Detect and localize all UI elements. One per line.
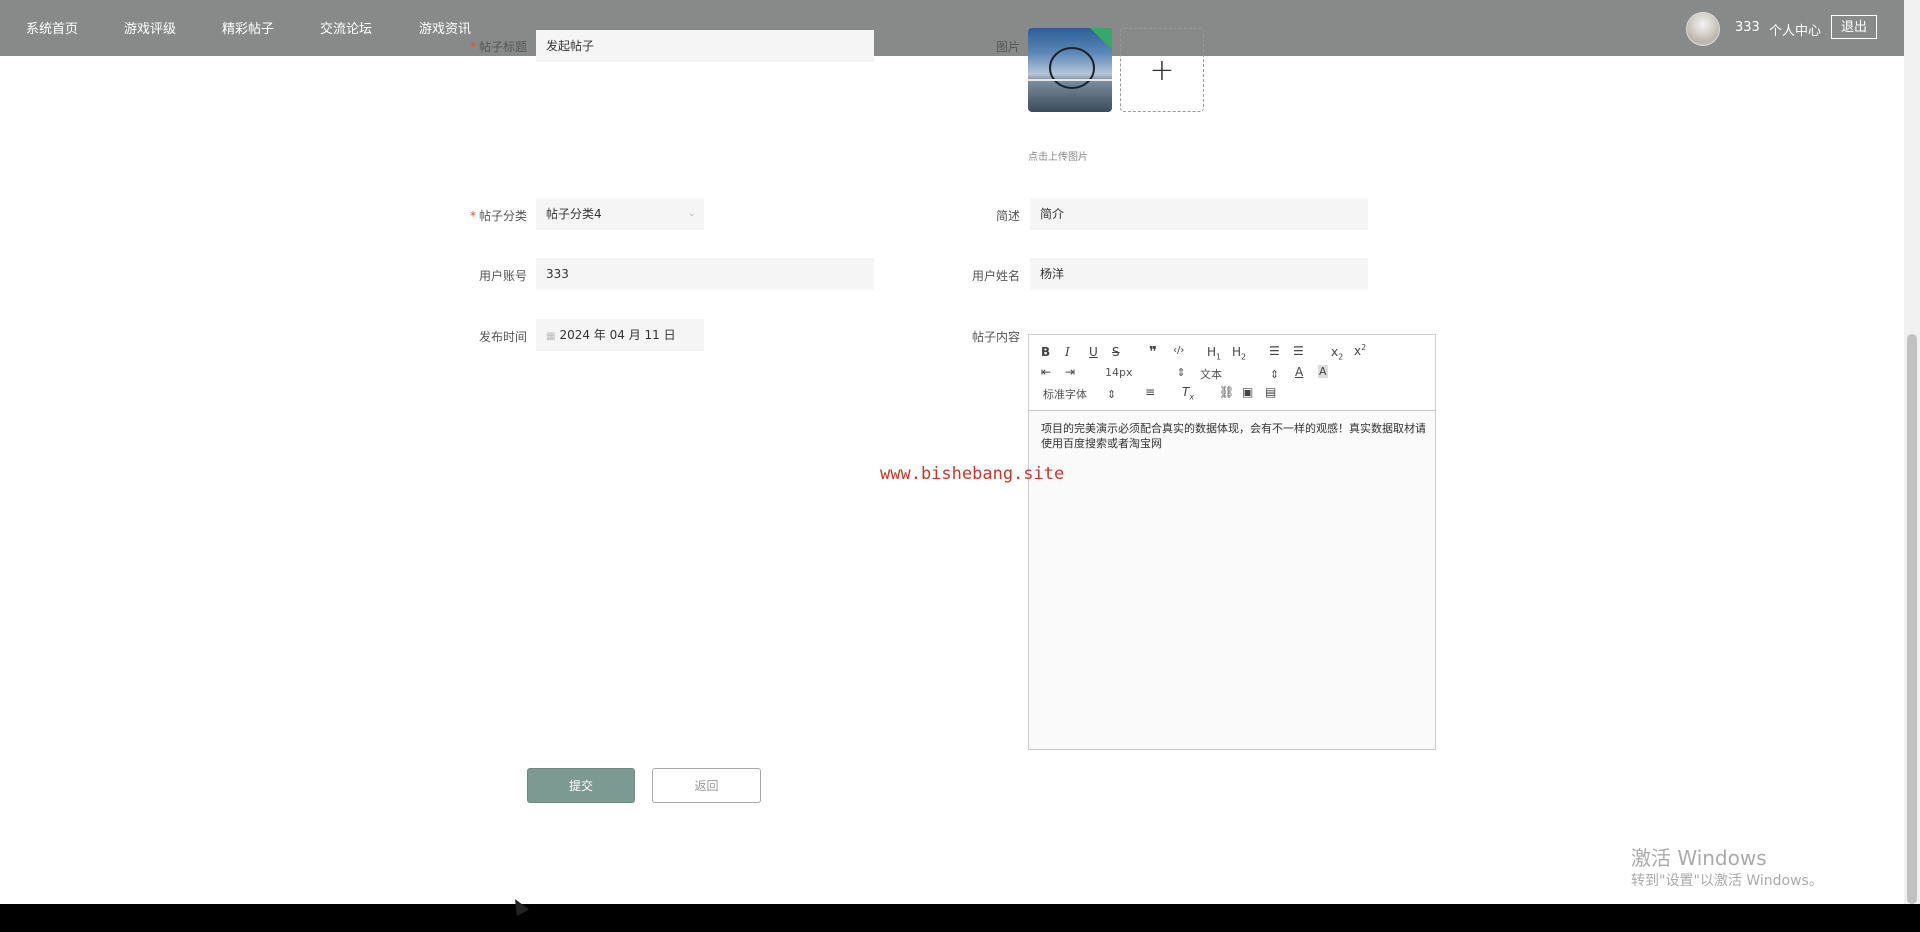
image-upload-button[interactable]: +: [1120, 28, 1204, 112]
italic-icon[interactable]: I: [1065, 345, 1070, 359]
heading2-icon[interactable]: H2: [1232, 345, 1246, 361]
editor-toolbar: B I U S ❞ ‹/› H1 H2 ☰ ☰ x2 x2 ⇤ ⇥ 14px ⇕ …: [1029, 335, 1435, 411]
bold-icon[interactable]: B: [1041, 345, 1050, 359]
nav-username: 333: [1735, 20, 1760, 35]
image-label: 图片: [995, 40, 1020, 54]
nav-item-home[interactable]: 系统首页: [26, 18, 78, 37]
summary-input[interactable]: 简介: [1030, 198, 1368, 230]
category-select-value: 帖子分类4: [546, 207, 602, 221]
vertical-scrollbar[interactable]: [1904, 0, 1920, 904]
superscript-icon[interactable]: x2: [1354, 343, 1366, 358]
background-color-icon[interactable]: A: [1318, 365, 1328, 378]
windows-activation-title: 激活 Windows: [1631, 846, 1767, 870]
date-value: 2024 年 04 月 11 日: [559, 328, 676, 342]
font-family-select[interactable]: 标准字体 ⇕: [1043, 386, 1116, 402]
select-arrows-icon: ⇕: [1176, 366, 1186, 379]
time-label: 发布时间: [478, 330, 527, 344]
text-color-icon[interactable]: A: [1295, 365, 1303, 379]
logout-button[interactable]: 退出: [1831, 15, 1877, 39]
select-arrows-icon: ⇕: [1107, 388, 1117, 401]
title-label: * 帖子标题: [469, 40, 527, 54]
rich-text-editor[interactable]: B I U S ❞ ‹/› H1 H2 ☰ ☰ x2 x2 ⇤ ⇥ 14px ⇕ …: [1028, 334, 1436, 750]
uploaded-image-thumbnail[interactable]: [1028, 28, 1112, 112]
chevron-down-icon: ⌄: [687, 208, 696, 219]
name-label: 用户姓名: [971, 269, 1020, 283]
outdent-icon[interactable]: ⇤: [1041, 365, 1051, 379]
avatar[interactable]: [1686, 12, 1720, 46]
strikethrough-icon[interactable]: S: [1112, 345, 1120, 359]
profile-link[interactable]: 个人中心: [1769, 20, 1821, 39]
font-size-value: 14px: [1105, 366, 1133, 379]
code-icon[interactable]: ‹/›: [1173, 345, 1184, 356]
plus-icon: +: [1149, 53, 1175, 88]
ordered-list-icon[interactable]: ☰: [1269, 344, 1280, 358]
date-picker[interactable]: ▦ 2024 年 04 月 11 日: [536, 319, 704, 351]
summary-label: 简述: [995, 209, 1020, 223]
font-family-value: 标准字体: [1043, 388, 1087, 401]
windows-activation-subtitle: 转到"设置"以激活 Windows。: [1631, 873, 1823, 889]
upload-hint: 点击上传图片: [1028, 152, 1088, 163]
back-button[interactable]: 返回: [652, 768, 761, 803]
link-icon[interactable]: ⛓: [1219, 385, 1234, 399]
nav-item-forum[interactable]: 交流论坛: [320, 18, 372, 37]
format-select[interactable]: 文本 ⇕: [1200, 366, 1279, 382]
account-label: 用户账号: [478, 269, 527, 283]
video-icon[interactable]: ▤: [1265, 385, 1276, 399]
submit-button[interactable]: 提交: [527, 768, 635, 803]
font-size-select[interactable]: 14px ⇕: [1105, 366, 1186, 379]
account-input[interactable]: 333: [536, 258, 874, 290]
watermark-text: www.bishebang.site: [880, 464, 1065, 484]
content-label: 帖子内容: [971, 330, 1020, 344]
editor-content[interactable]: 项目的完美演示必须配合真实的数据体现，会有不一样的观感！真实数据取材请使用百度搜…: [1041, 421, 1429, 451]
clear-format-icon[interactable]: Tx: [1182, 385, 1194, 401]
category-label: * 帖子分类: [469, 209, 527, 223]
blockquote-icon[interactable]: ❞: [1149, 343, 1157, 361]
underline-icon[interactable]: U: [1089, 345, 1098, 359]
calendar-icon: ▦: [546, 331, 556, 342]
nav-item-game-rating[interactable]: 游戏评级: [124, 18, 176, 37]
category-select[interactable]: 帖子分类4 ⌄: [536, 198, 704, 230]
select-arrows-icon: ⇕: [1270, 368, 1280, 381]
align-icon[interactable]: ≡: [1145, 385, 1155, 399]
title-input[interactable]: 发起帖子: [536, 30, 874, 62]
nav-item-game-news[interactable]: 游戏资讯: [419, 18, 471, 37]
scrollbar-thumb[interactable]: [1907, 334, 1917, 904]
bullet-list-icon[interactable]: ☰: [1293, 344, 1304, 358]
nav-item-featured-posts[interactable]: 精彩帖子: [222, 18, 274, 37]
image-icon[interactable]: ▣: [1242, 385, 1253, 399]
heading1-icon[interactable]: H1: [1207, 345, 1221, 361]
subscript-icon[interactable]: x2: [1331, 345, 1343, 361]
taskbar: [0, 904, 1920, 932]
indent-icon[interactable]: ⇥: [1065, 365, 1075, 379]
format-value: 文本: [1200, 368, 1222, 381]
name-input[interactable]: 杨洋: [1030, 258, 1368, 290]
